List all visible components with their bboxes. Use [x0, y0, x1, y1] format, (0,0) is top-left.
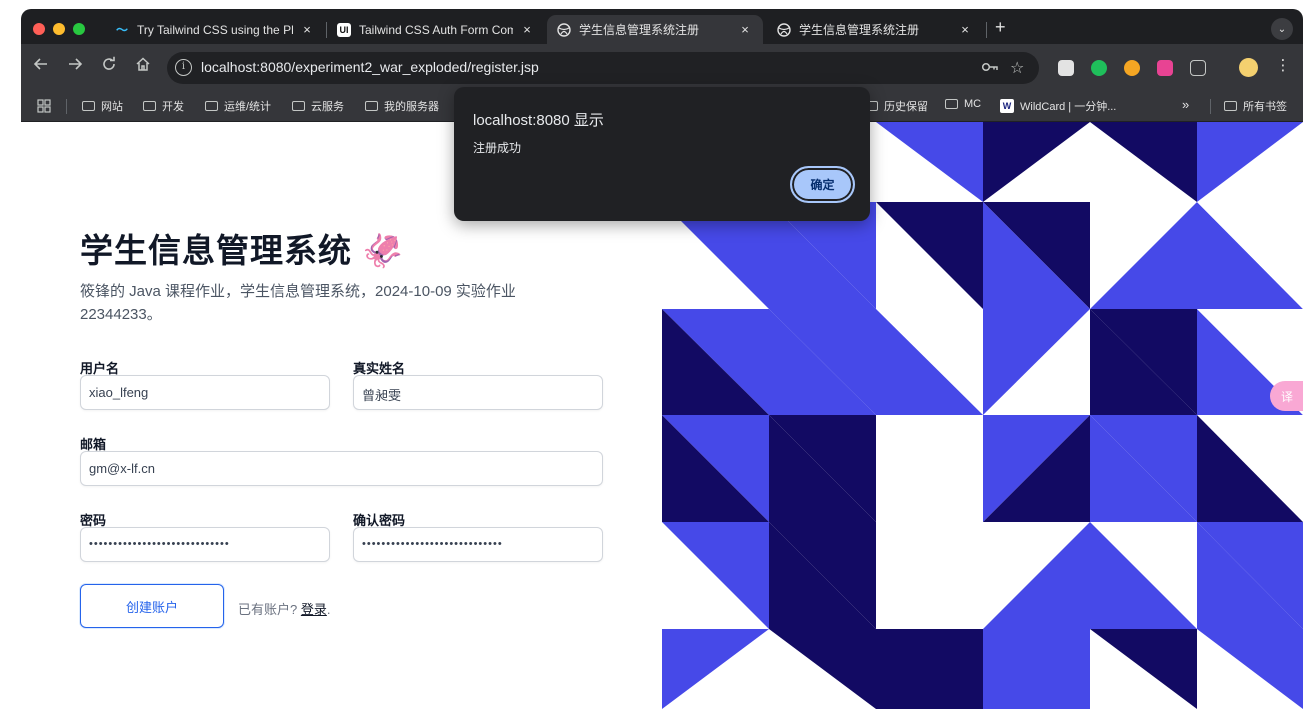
tab-tailwind-play[interactable]: 〜 Try Tailwind CSS using the Pl × [105, 15, 325, 44]
dialog-title: localhost:8080 显示 [473, 112, 604, 129]
create-account-button[interactable]: 创建账户 [80, 584, 224, 628]
bookmark-folder-ops[interactable]: 运维/统计 [205, 98, 271, 114]
bookmarks-overflow-button[interactable]: » [1182, 97, 1189, 112]
bookmark-folder-servers[interactable]: 我的服务器 [365, 98, 439, 114]
realname-input[interactable]: 曾昶雯 [353, 375, 603, 410]
key-icon[interactable] [981, 58, 999, 80]
profile-avatar[interactable] [1239, 58, 1258, 77]
dialog-ok-button[interactable]: 确定 [790, 166, 855, 203]
username-input[interactable]: xiao_lfeng [80, 375, 330, 410]
squid-emoji: 🦑 [362, 232, 405, 269]
extension-icon-green[interactable] [1091, 60, 1107, 76]
folder-icon [365, 101, 378, 111]
bookmark-folder-mc[interactable]: MC [945, 98, 981, 110]
url-host: localhost [201, 59, 257, 75]
folder-icon [205, 101, 218, 111]
bookmark-label: 开发 [162, 101, 184, 113]
browser-window: 〜 Try Tailwind CSS using the Pl × UI Tai… [21, 9, 1303, 709]
page-title-text: 学生信息管理系统 [80, 232, 352, 269]
bookmark-divider [66, 99, 67, 114]
bookmark-label: 我的服务器 [384, 101, 439, 113]
bookmark-wildcard[interactable]: W WildCard | 一分钟... [1000, 98, 1116, 114]
bookmark-label: WildCard | 一分钟... [1020, 101, 1117, 113]
maximize-window-button[interactable] [73, 23, 85, 35]
folder-icon [82, 101, 95, 111]
bookmark-label: 所有书签 [1243, 101, 1287, 113]
password-input[interactable]: ••••••••••••••••••••••••••••• [80, 527, 330, 562]
dialog-message: 注册成功 [473, 141, 522, 155]
close-icon[interactable]: × [957, 22, 973, 37]
extensions-puzzle-icon[interactable] [1190, 60, 1206, 76]
bookmark-label: MC [964, 98, 982, 110]
extension-icon-translate[interactable] [1157, 60, 1173, 76]
tab-register[interactable]: 学生信息管理系统注册 × [767, 15, 983, 44]
forward-icon[interactable] [64, 56, 86, 77]
tailwind-icon: 〜 [115, 23, 128, 37]
bookmark-label: 运维/统计 [224, 101, 272, 113]
home-icon[interactable] [132, 56, 154, 77]
tab-tailwind-auth[interactable]: UI Tailwind CSS Auth Form Com × [327, 15, 545, 44]
folder-icon [292, 101, 305, 111]
wildcard-icon: W [1000, 99, 1014, 113]
page-description: 筱锋的 Java 课程作业，学生信息管理系统，2024-10-09 实验作业 2… [80, 283, 516, 323]
browser-toolbar: i localhost:8080/experiment2_war_explode… [21, 44, 1303, 90]
apps-grid-icon[interactable] [37, 99, 51, 113]
ui-icon: UI [337, 22, 351, 37]
minimize-window-button[interactable] [53, 23, 65, 35]
tab-title: 学生信息管理系统注册 [579, 23, 700, 37]
have-account-text: 已有账户? [238, 602, 298, 617]
tab-title: Try Tailwind CSS using the Pl [137, 22, 293, 37]
email-input[interactable]: gm@x-lf.cn [80, 451, 603, 486]
bookmark-label: 历史保留 [884, 101, 928, 113]
url-text[interactable]: localhost:8080/experiment2_war_exploded/… [201, 59, 539, 75]
globe-icon [777, 22, 791, 37]
login-link[interactable]: 登录 [301, 602, 327, 617]
close-icon[interactable]: × [519, 22, 535, 37]
bookmark-label: 网站 [101, 101, 123, 113]
address-bar[interactable]: i localhost:8080/experiment2_war_explode… [167, 52, 1039, 84]
url-path: :8080/experiment2_war_exploded/register.… [256, 59, 539, 75]
bookmark-folder-history[interactable]: 历史保留 [865, 98, 928, 114]
page-title: 学生信息管理系统 🦑 [80, 224, 404, 272]
bookmark-divider [1210, 99, 1211, 114]
bookmark-folder-website[interactable]: 网站 [82, 98, 123, 114]
tab-strip: 〜 Try Tailwind CSS using the Pl × UI Tai… [21, 9, 1303, 44]
reload-icon[interactable] [98, 56, 120, 77]
extension-icon-reader[interactable] [1058, 60, 1074, 76]
bookmark-folder-cloud[interactable]: 云服务 [292, 98, 344, 114]
close-icon[interactable]: × [737, 22, 753, 37]
new-tab-button[interactable]: + [995, 17, 1006, 38]
bookmark-star-icon[interactable]: ☆ [1010, 58, 1024, 78]
folder-icon [1224, 101, 1237, 111]
alert-dialog: localhost:8080 显示 注册成功 确定 [454, 87, 870, 221]
close-window-button[interactable] [33, 23, 45, 35]
tab-title: 学生信息管理系统注册 [799, 23, 920, 37]
login-suffix: . [326, 602, 331, 617]
globe-icon [557, 22, 571, 37]
site-info-icon[interactable]: i [175, 59, 192, 76]
confirm-password-input[interactable]: ••••••••••••••••••••••••••••• [353, 527, 603, 562]
folder-icon [945, 99, 958, 109]
translate-float-button[interactable]: 译 [1270, 381, 1303, 411]
login-prompt: 已有账户? 登录. [238, 599, 331, 618]
tab-divider [986, 22, 987, 38]
tab-title: Tailwind CSS Auth Form Com [359, 22, 513, 37]
bookmark-label: 云服务 [311, 101, 344, 113]
close-icon[interactable]: × [299, 22, 315, 37]
tab-register-active[interactable]: 学生信息管理系统注册 × [547, 15, 763, 44]
menu-kebab-icon[interactable]: ⋮ [1272, 56, 1294, 74]
bookmark-folder-dev[interactable]: 开发 [143, 98, 184, 114]
back-icon[interactable] [30, 56, 52, 77]
extension-icon-face[interactable] [1124, 60, 1140, 76]
bookmark-folder-all[interactable]: 所有书签 [1224, 98, 1287, 114]
folder-icon [143, 101, 156, 111]
tab-search-button[interactable]: ⌄ [1271, 18, 1293, 40]
